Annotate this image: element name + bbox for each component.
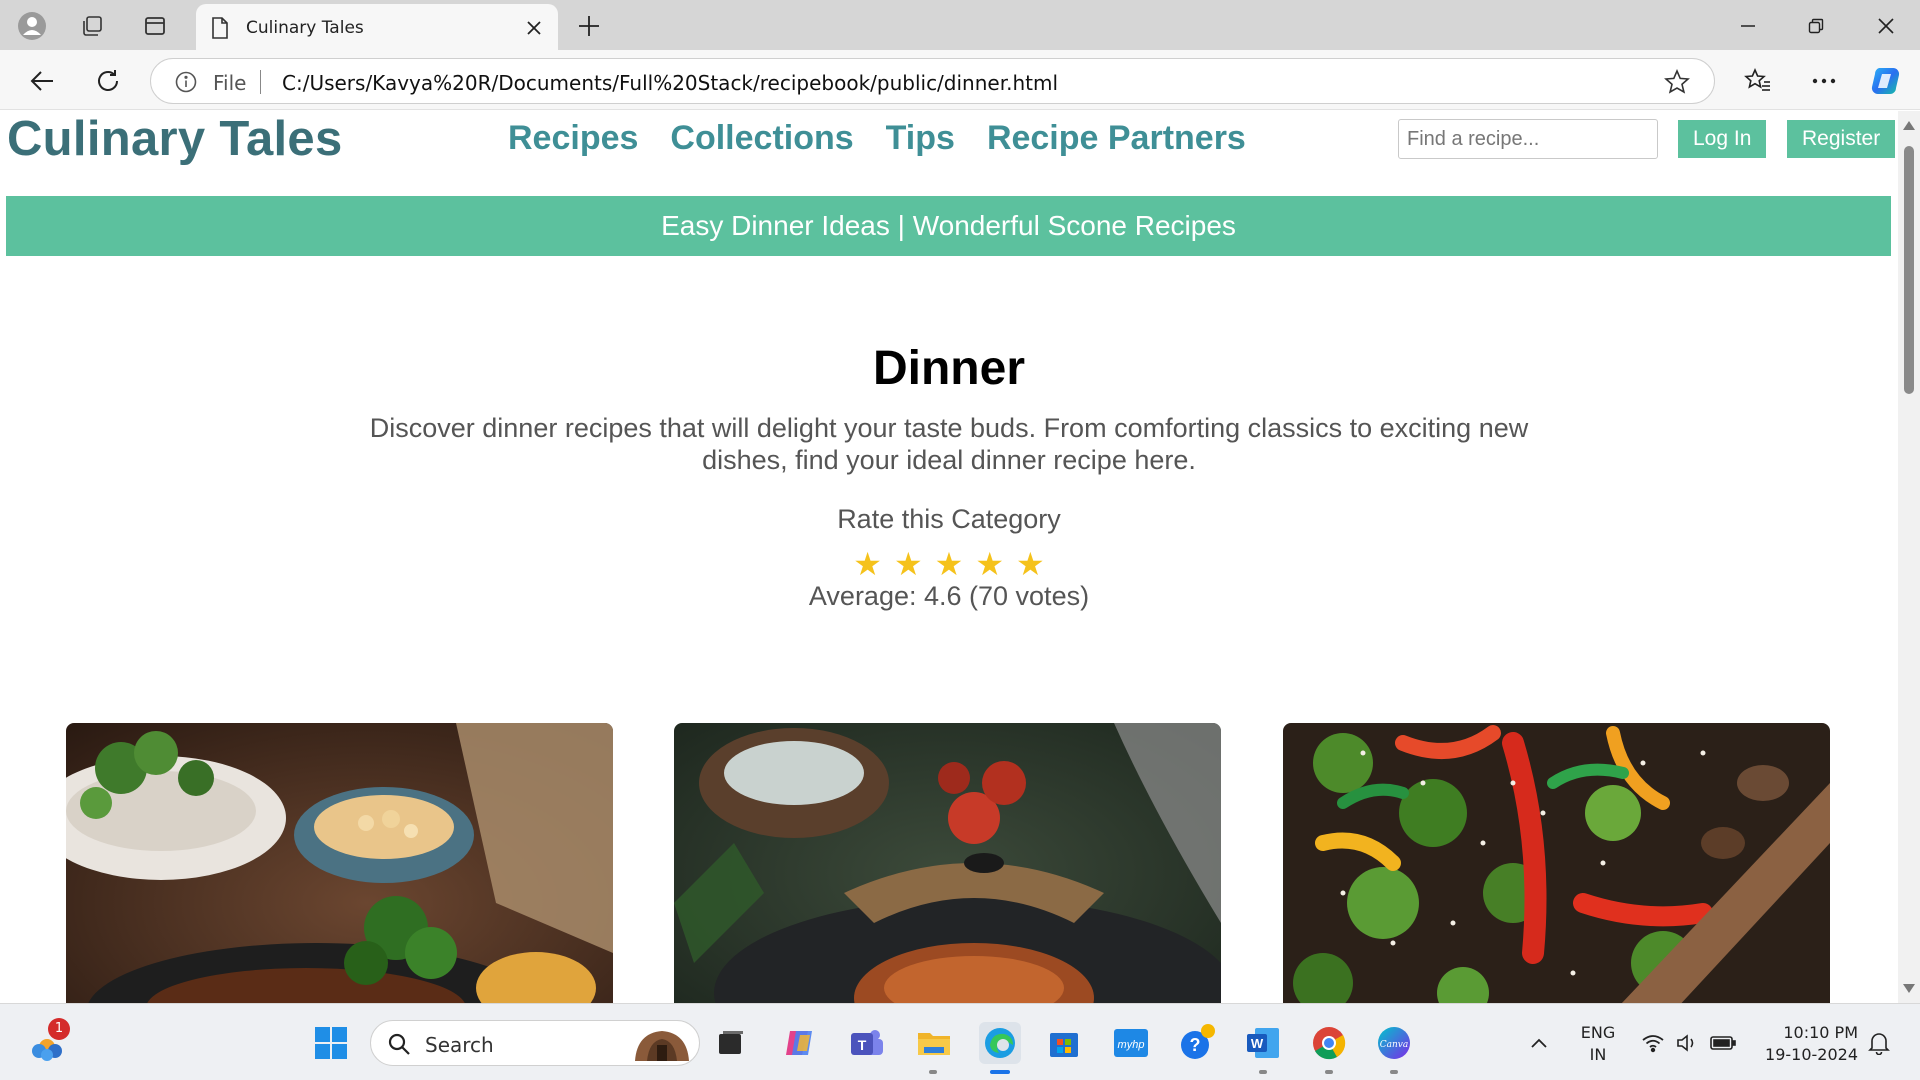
document-icon	[210, 16, 230, 45]
myhp-icon[interactable]: myhp	[1110, 1022, 1152, 1064]
rating-star-icon[interactable]: ★	[975, 547, 1004, 581]
edge-browser-icon[interactable]	[979, 1022, 1021, 1064]
system-clock[interactable]: 10:10 PM 19-10-2024	[1754, 1022, 1858, 1066]
recipe-card-image[interactable]	[1283, 723, 1830, 1003]
language-indicator[interactable]: ENG IN	[1574, 1022, 1622, 1066]
teams-icon[interactable]: T	[846, 1022, 888, 1064]
tab-title: Culinary Tales	[246, 18, 364, 38]
search-highlight-image	[627, 1025, 697, 1068]
more-options-icon[interactable]	[1806, 63, 1842, 99]
average-rating-text: Average: 4.6 (70 votes)	[808, 581, 1090, 611]
language-code: ENG	[1580, 1023, 1616, 1042]
close-window-icon[interactable]	[1866, 9, 1906, 43]
file-explorer-icon[interactable]	[913, 1022, 955, 1064]
clock-date: 19-10-2024	[1765, 1045, 1858, 1064]
profile-icon[interactable]	[15, 9, 49, 43]
running-indicator	[929, 1070, 937, 1074]
nav-link-recipe-partners[interactable]: Recipe Partners	[987, 119, 1246, 158]
battery-icon[interactable]	[1702, 1022, 1744, 1064]
browser-tab-bar: Culinary Tales	[0, 0, 1920, 50]
rating-stars: ★ ★ ★ ★ ★	[0, 547, 1898, 581]
running-indicator	[1259, 1070, 1267, 1074]
running-indicator	[1325, 1070, 1333, 1074]
scroll-up-arrow-icon[interactable]	[1903, 121, 1915, 130]
nav-link-collections[interactable]: Collections	[670, 119, 853, 158]
rating-star-icon[interactable]: ★	[894, 547, 923, 581]
nav-link-recipes[interactable]: Recipes	[508, 119, 638, 158]
address-url[interactable]: C:/Users/Kavya%20R/Documents/Full%20Stac…	[282, 71, 1058, 95]
site-logo[interactable]: Culinary Tales	[7, 111, 343, 167]
weather-widget-icon[interactable]: 1	[26, 1018, 70, 1064]
svg-text:W: W	[1251, 1036, 1264, 1051]
get-help-icon[interactable]: ?	[1176, 1022, 1218, 1064]
language-region: IN	[1589, 1045, 1607, 1064]
tab-culinary-tales[interactable]: Culinary Tales	[196, 4, 558, 50]
nav-link-tips[interactable]: Tips	[886, 119, 955, 158]
microsoft-store-icon[interactable]	[1043, 1022, 1085, 1064]
svg-text:Canva: Canva	[1380, 1040, 1409, 1050]
promo-banner: Easy Dinner Ideas | Wonderful Scone Reci…	[6, 196, 1891, 256]
new-tab-icon[interactable]	[572, 9, 606, 43]
address-scheme-label: File	[213, 71, 247, 95]
workspaces-icon[interactable]	[75, 9, 109, 43]
canva-icon[interactable]: Canva	[1373, 1022, 1415, 1064]
address-field[interactable]: File C:/Users/Kavya%20R/Documents/Full%2…	[150, 58, 1715, 104]
clock-time: 10:10 PM	[1783, 1023, 1858, 1042]
page-scrollbar[interactable]	[1898, 111, 1920, 1003]
windows-start-icon[interactable]	[310, 1022, 352, 1064]
stir-fry-vegetables-photo	[1283, 723, 1830, 1003]
copilot-icon[interactable]	[1868, 63, 1904, 99]
login-button[interactable]: Log In	[1678, 120, 1767, 158]
windows-taskbar: 1 Search T myhp ? W Canva ENG IN 10:10 P…	[0, 1003, 1920, 1080]
refresh-icon[interactable]	[90, 63, 126, 99]
tab-actions-icon[interactable]	[138, 9, 172, 43]
svg-text:myhp: myhp	[1118, 1039, 1145, 1051]
running-indicator	[1390, 1070, 1398, 1074]
back-arrow-icon[interactable]	[24, 63, 60, 99]
rating-star-icon[interactable]: ★	[853, 547, 882, 581]
notifications-bell-icon[interactable]	[1858, 1022, 1900, 1064]
promo-banner-text[interactable]: Easy Dinner Ideas | Wonderful Scone Reci…	[661, 210, 1236, 242]
category-description: Discover dinner recipes that will deligh…	[369, 413, 1529, 475]
svg-text:?: ?	[1190, 1035, 1201, 1055]
notification-badge: 1	[48, 1018, 70, 1040]
site-info-icon[interactable]	[175, 71, 197, 98]
restore-icon[interactable]	[1796, 9, 1836, 43]
recipe-card-image[interactable]	[674, 723, 1221, 1003]
rate-category-label: Rate this Category	[837, 504, 1061, 534]
rating-star-icon[interactable]: ★	[935, 547, 964, 581]
svg-text:T: T	[858, 1037, 867, 1053]
word-icon[interactable]: W	[1242, 1022, 1284, 1064]
category-header: Dinner Discover dinner recipes that will…	[0, 341, 1898, 612]
scrollbar-thumb[interactable]	[1904, 146, 1914, 394]
scroll-down-arrow-icon[interactable]	[1903, 984, 1915, 993]
browser-address-bar: File C:/Users/Kavya%20R/Documents/Full%2…	[0, 50, 1920, 110]
page-title: Dinner	[872, 342, 1025, 395]
address-divider	[260, 70, 261, 94]
page-viewport: Culinary Tales Recipes Collections Tips …	[0, 111, 1920, 1003]
site-navigation: Recipes Collections Tips Recipe Partners	[508, 119, 1246, 158]
minimize-icon[interactable]	[1728, 9, 1768, 43]
close-tab-icon[interactable]	[522, 16, 546, 40]
taskbar-search-label: Search	[425, 1033, 494, 1057]
salmon-skillet-photo	[674, 723, 1221, 1003]
task-view-icon[interactable]	[710, 1022, 752, 1064]
recipe-card-image[interactable]	[66, 723, 613, 1003]
search-icon	[387, 1032, 411, 1061]
show-hidden-icons-icon[interactable]	[1518, 1022, 1560, 1064]
favorite-star-icon[interactable]	[1664, 68, 1690, 100]
grilled-meat-herbs-photo	[66, 723, 613, 1003]
rating-star-icon[interactable]: ★	[1016, 547, 1045, 581]
favorites-icon[interactable]	[1740, 63, 1776, 99]
copilot-app-icon[interactable]	[779, 1022, 821, 1064]
recipe-search-input[interactable]	[1398, 119, 1658, 159]
register-button[interactable]: Register	[1787, 120, 1896, 158]
taskbar-search-box[interactable]: Search	[370, 1020, 700, 1066]
active-indicator	[990, 1070, 1010, 1074]
chrome-icon[interactable]	[1308, 1022, 1350, 1064]
